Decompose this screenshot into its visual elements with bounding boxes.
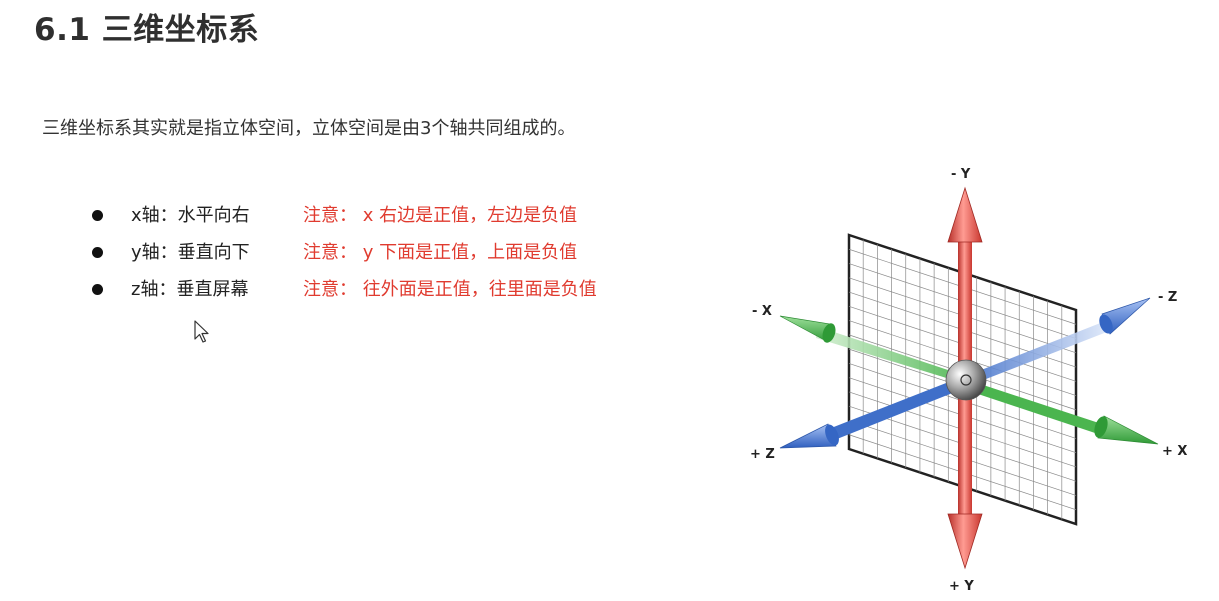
- axis-note: 注意： y 下面是正值，上面是负值: [303, 242, 578, 263]
- neg-y-label: - Y: [951, 167, 971, 182]
- intro-text: 三维坐标系其实就是指立体空间，立体空间是由3个轴共同组成的。: [42, 118, 576, 139]
- axis-note: 注意： 往外面是正值，往里面是负值: [303, 279, 597, 300]
- axis-description: x轴：水平向右: [131, 205, 250, 226]
- bullet-dot-icon: [92, 210, 103, 221]
- mouse-pointer-icon: [194, 320, 209, 343]
- pos-y-arrow-icon: [947, 513, 983, 570]
- page-title: 6.1 三维坐标系: [34, 12, 260, 48]
- origin-sphere: [945, 359, 987, 401]
- coordinate-system-diagram: - Y + Y - X + X - Z + Z: [750, 167, 1187, 594]
- bullet-dot-icon: [92, 284, 103, 295]
- axis-description: y轴：垂直向下: [131, 242, 250, 263]
- axis-description: z轴：垂直屏幕: [131, 279, 249, 300]
- neg-x-label: - X: [752, 304, 772, 319]
- neg-x-arrow-icon: [779, 315, 831, 343]
- pos-z-label: + Z: [750, 447, 775, 462]
- neg-z-label: - Z: [1158, 290, 1177, 305]
- pos-y-label: + Y: [949, 579, 974, 594]
- axis-note: 注意： x 右边是正值，左边是负值: [303, 205, 578, 226]
- pos-x-label: + X: [1162, 444, 1187, 459]
- bullet-dot-icon: [92, 247, 103, 258]
- neg-y-arrow-icon: [947, 186, 983, 243]
